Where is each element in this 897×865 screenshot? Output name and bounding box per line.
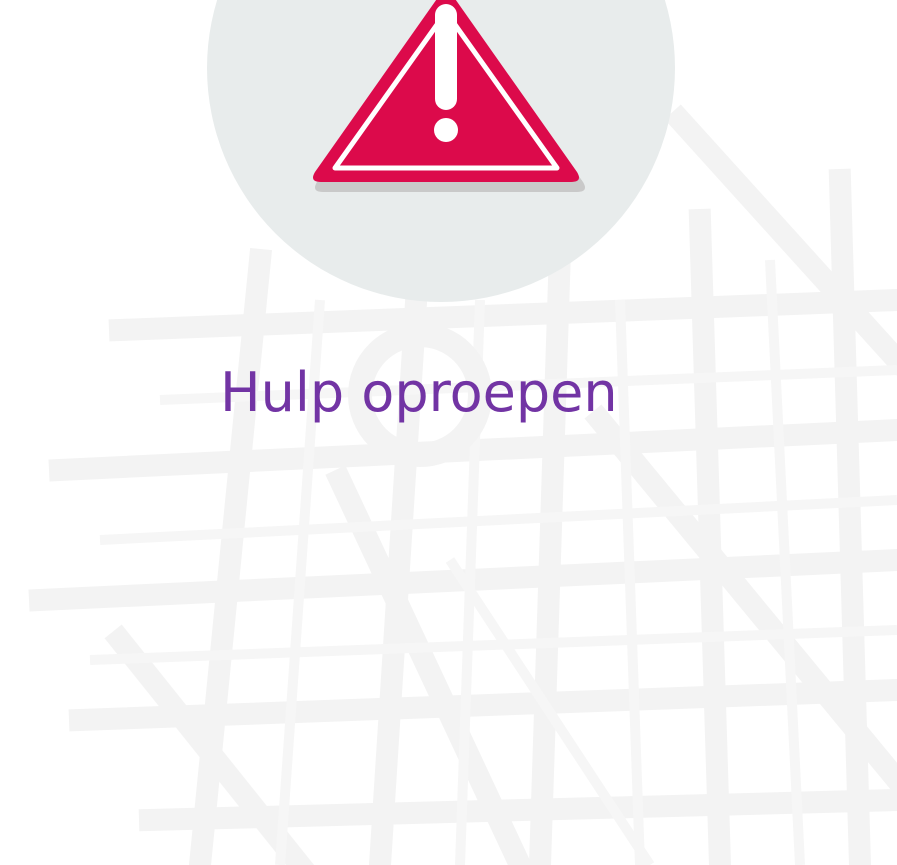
emergency-screen: s Hulp oproepen bbox=[0, 0, 897, 865]
help-call-label[interactable]: Hulp oproepen bbox=[220, 366, 618, 420]
warning-icon bbox=[313, 0, 585, 192]
